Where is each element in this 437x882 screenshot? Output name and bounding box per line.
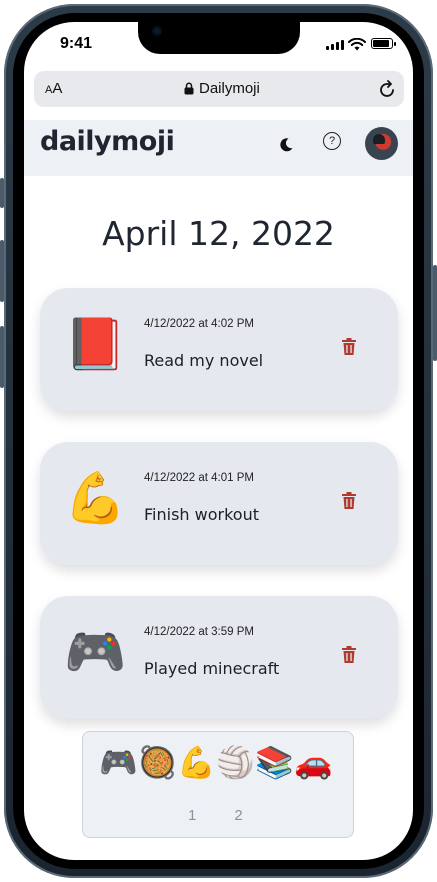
page-title: April 12, 2022 (102, 214, 335, 253)
page-2-link[interactable]: 2 (234, 807, 242, 824)
books-emoji-icon[interactable]: 📚 (255, 744, 294, 781)
emoji-picker-row: 🎮 🥘 💪 🏐 📚 🚗 (99, 744, 333, 781)
game-controller-emoji-icon[interactable]: 🎮 (99, 744, 138, 781)
entry-card[interactable]: 📕 4/12/2022 at 4:02 PM Read my novel (40, 288, 398, 411)
status-time: 9:41 (60, 35, 93, 52)
app-logo[interactable]: dailymoji (40, 126, 175, 157)
page-1-link[interactable]: 1 (188, 807, 196, 824)
entry-task: Finish workout (144, 505, 259, 524)
entry-timestamp: 4/12/2022 at 3:59 PM (144, 626, 254, 638)
flexed-biceps-emoji-icon[interactable]: 💪 (177, 744, 216, 781)
trash-icon[interactable] (342, 646, 356, 663)
trash-icon[interactable] (342, 492, 356, 509)
paella-emoji-icon[interactable]: 🥘 (138, 744, 177, 781)
entry-card[interactable]: 🎮 4/12/2022 at 3:59 PM Played minecraft (40, 596, 398, 719)
avatar[interactable] (365, 127, 398, 160)
camera-icon (152, 26, 162, 36)
entry-timestamp: 4/12/2022 at 4:02 PM (144, 318, 254, 330)
entry-task: Read my novel (144, 351, 264, 370)
dark-mode-toggle[interactable] (275, 134, 297, 156)
emoji-picker: 🎮 🥘 💪 🏐 📚 🚗 1 2 (82, 731, 354, 838)
wifi-icon (348, 38, 366, 51)
battery-icon (371, 38, 396, 49)
url-text: Dailymoji (199, 80, 260, 97)
entry-timestamp: 4/12/2022 at 4:01 PM (144, 472, 254, 484)
game-controller-emoji-icon: 🎮 (64, 623, 127, 681)
notch (138, 22, 300, 54)
volleyball-emoji-icon[interactable]: 🏐 (216, 744, 255, 781)
help-button[interactable]: ? (323, 132, 341, 150)
trash-icon[interactable] (342, 338, 356, 355)
cellular-signal-icon (326, 40, 344, 50)
entry-task: Played minecraft (144, 659, 280, 678)
browser-url-bar[interactable]: AA Dailymoji (34, 71, 404, 107)
entry-card[interactable]: 💪 4/12/2022 at 4:01 PM Finish workout (40, 442, 398, 565)
text-size-button[interactable]: AA (45, 80, 62, 97)
question-icon: ? (328, 135, 336, 147)
car-emoji-icon[interactable]: 🚗 (294, 744, 333, 781)
moon-icon (280, 138, 293, 152)
book-emoji-icon: 📕 (64, 315, 127, 373)
screen: 9:41 AA Dailymoji dailymoji ? April 12, … (24, 22, 413, 860)
reload-icon[interactable] (378, 79, 396, 99)
pagination: 1 2 (188, 807, 243, 824)
url-display[interactable]: Dailymoji (184, 80, 260, 97)
lock-icon (184, 82, 194, 95)
flexed-biceps-emoji-icon: 💪 (64, 469, 127, 527)
app-header: dailymoji ? (24, 120, 413, 176)
